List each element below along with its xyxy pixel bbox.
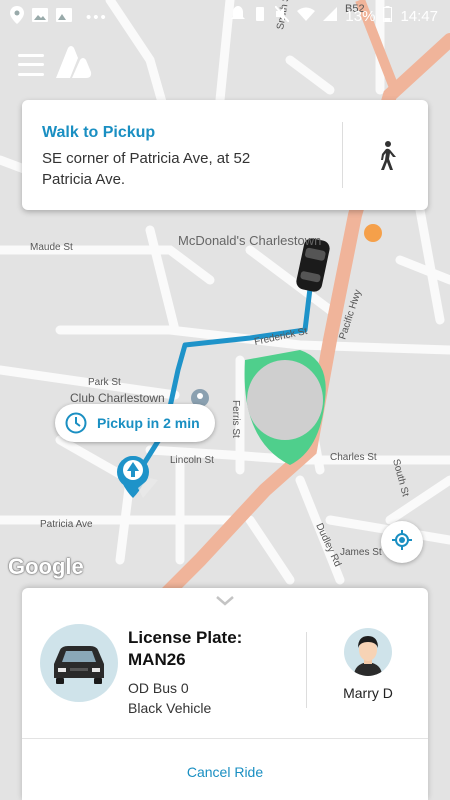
crosshair-icon xyxy=(391,529,413,556)
license-plate-value: MAN26 xyxy=(128,650,186,669)
more-notifications-icon: ••• xyxy=(86,8,108,26)
pickup-eta-label: Pickup in 2 min xyxy=(97,415,200,431)
map-label-club: Club Charlestown xyxy=(70,391,165,405)
image-status-icon xyxy=(56,8,72,26)
map-label-mcdonalds: McDonald's Charlestown xyxy=(178,233,321,248)
sheet-horizontal-divider xyxy=(22,738,428,739)
walk-card-description: SE corner of Patricia Ave, at 52 Patrici… xyxy=(42,150,251,188)
vibrate-status-icon xyxy=(253,6,267,26)
walk-card-divider xyxy=(342,122,343,188)
map-label-maude-st: Maude St xyxy=(30,242,73,253)
vehicle-name: OD Bus 0 xyxy=(128,680,189,696)
ride-details-sheet: License Plate: MAN26 OD Bus 0 Black Vehi… xyxy=(22,588,428,800)
cancel-ride-button[interactable]: Cancel Ride xyxy=(22,764,428,780)
my-location-button[interactable] xyxy=(381,521,423,563)
driver-name: Marry D xyxy=(343,685,393,701)
vehicle-color: Black Vehicle xyxy=(128,700,212,716)
top-bar xyxy=(18,44,92,85)
google-logo: Google xyxy=(8,554,84,579)
map-label-james-st: James St xyxy=(340,547,382,558)
map-label-ferris-st: Ferris St xyxy=(230,400,241,438)
wifi-status-icon xyxy=(297,7,316,25)
license-plate-label: License Plate: xyxy=(128,628,243,647)
status-bar: ••• 13% 14:47 xyxy=(0,0,450,32)
driver-avatar[interactable] xyxy=(344,628,392,676)
map-label-charles-st: Charles St xyxy=(330,452,377,463)
signal-status-icon xyxy=(323,7,338,25)
walk-to-pickup-card[interactable]: Walk to Pickup SE corner of Patricia Ave… xyxy=(22,100,428,210)
clock-time: 14:47 xyxy=(400,7,438,25)
clock-icon xyxy=(65,412,87,434)
app-logo-icon xyxy=(54,44,92,85)
battery-icon xyxy=(383,6,393,26)
walk-card-title: Walk to Pickup xyxy=(42,124,156,141)
menu-button[interactable] xyxy=(18,53,44,76)
driver-person-icon xyxy=(354,636,382,676)
location-status-icon xyxy=(10,6,24,28)
battery-percent: 13% xyxy=(345,7,376,25)
chevron-down-icon[interactable] xyxy=(215,594,235,606)
sheet-vertical-divider xyxy=(306,632,307,708)
map-label-patricia-ave: Patricia Ave xyxy=(40,519,93,530)
pickup-eta-pill: Pickup in 2 min xyxy=(55,404,215,442)
car-icon xyxy=(54,646,104,684)
restaurant-poi-icon xyxy=(364,224,382,242)
walking-person-icon[interactable] xyxy=(374,140,398,172)
alarm-status-icon xyxy=(231,6,246,26)
mute-status-icon xyxy=(274,5,291,26)
map-label-park-st: Park St xyxy=(88,377,121,388)
vehicle-avatar xyxy=(40,624,118,702)
gallery-status-icon xyxy=(32,8,48,26)
map-label-lincoln-st: Lincoln St xyxy=(170,455,214,466)
